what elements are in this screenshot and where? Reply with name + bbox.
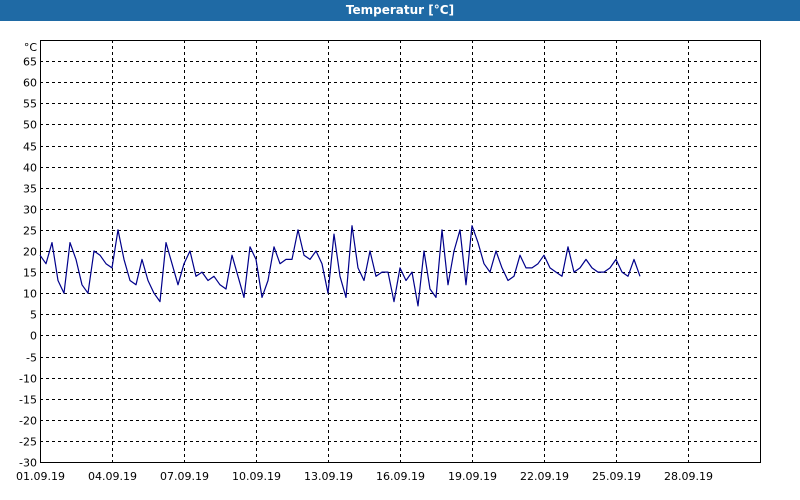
y-tick-label: 10 [23, 288, 37, 301]
y-tick-label: 25 [23, 225, 37, 238]
chart-window: Temperatur [°C] 65 60 55 50 45 40 35 30 25 20 15 10… [0, 0, 800, 500]
y-tick-label: 50 [23, 119, 37, 132]
y-tick-label: -20 [19, 415, 37, 428]
chart-title-bar: Temperatur [°C] [0, 0, 800, 21]
y-tick-label: 55 [23, 98, 37, 111]
y-tick-label: 0 [30, 330, 37, 343]
y-tick-label: 15 [23, 267, 37, 280]
y-unit-label: °C [24, 41, 38, 54]
y-tick-label: 40 [23, 162, 37, 175]
y-tick-label: -30 [19, 457, 37, 470]
x-tick-label: 22.09.19 [520, 470, 569, 483]
x-tick-label: 28.09.19 [664, 470, 713, 483]
y-tick-label: 35 [23, 183, 37, 196]
y-tick-label: -5 [26, 352, 37, 365]
temperature-chart: 65605550454035302520151050-5-10-15-20-25… [16, 40, 761, 483]
y-tick-label: 20 [23, 246, 37, 259]
y-tick-label: 30 [23, 204, 37, 217]
x-tick-label: 16.09.19 [376, 470, 425, 483]
y-tick-label: 5 [30, 309, 37, 322]
y-tick-label: 60 [23, 77, 37, 90]
chart-title: Temperatur [°C] [345, 3, 455, 17]
y-tick-label: 45 [23, 141, 37, 154]
x-tick-label: 19.09.19 [448, 470, 497, 483]
x-tick-label: 25.09.19 [592, 470, 641, 483]
y-tick-label: 65 [23, 56, 37, 69]
x-tick-label: 04.09.19 [88, 470, 137, 483]
x-tick-label: 01.09.19 [16, 470, 65, 483]
x-tick-label: 10.09.19 [232, 470, 281, 483]
x-tick-label: 13.09.19 [304, 470, 353, 483]
x-tick-label: 07.09.19 [160, 470, 209, 483]
y-tick-label: -25 [19, 436, 37, 449]
y-tick-label: -15 [19, 394, 37, 407]
y-tick-label: -10 [19, 373, 37, 386]
